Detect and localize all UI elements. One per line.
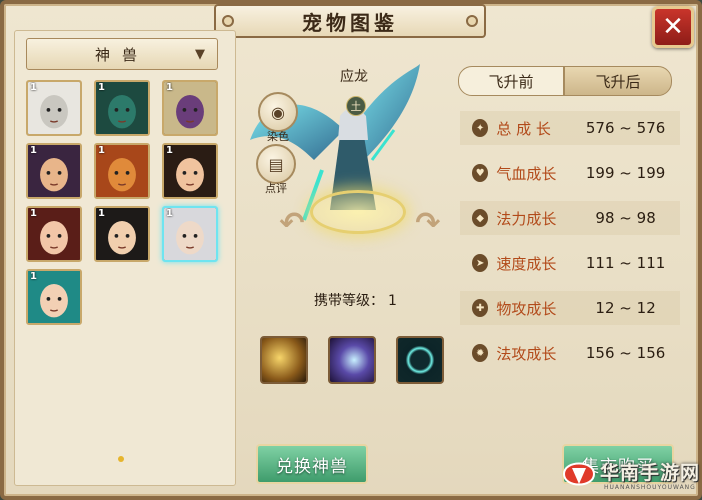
skill-slot-2[interactable]	[328, 336, 376, 384]
exchange-label: 兑换神兽	[276, 456, 348, 477]
stat-name: 物攻成长	[496, 299, 557, 318]
rotate-right-button[interactable]: ↷	[412, 205, 444, 241]
category-dropdown[interactable]: 神兽 ▼	[26, 38, 218, 70]
pet-slot[interactable]: 1	[162, 80, 218, 136]
banner-ornament-icon	[222, 15, 234, 27]
stat-name: 法攻成长	[496, 344, 557, 363]
pet-level: 1	[166, 145, 173, 156]
stat-row: ✦ 总 成 长 576 ~ 576	[460, 111, 680, 145]
stat-range: 576 ~ 576	[585, 119, 666, 137]
stat-row: ✚ 物攻成长 12 ~ 12	[460, 291, 680, 325]
stat-name: 总 成 长	[496, 119, 551, 138]
tab-before-label: 飞升前	[488, 72, 534, 91]
stat-icon: ✚	[472, 299, 489, 317]
pet-slot[interactable]: 1	[26, 269, 82, 325]
pet-level: 1	[30, 82, 37, 93]
review-button[interactable]: ▤ 点评	[256, 144, 296, 195]
stat-row: ◆ 法力成长 98 ~ 98	[460, 201, 680, 235]
watermark-logo-icon	[562, 462, 596, 486]
category-label: 神兽	[94, 45, 149, 64]
comment-icon: ▤	[268, 154, 284, 174]
carry-level-value: 1	[388, 293, 397, 309]
stat-row: ✹ 法攻成长 156 ~ 156	[460, 336, 680, 370]
stat-icon: ◆	[472, 209, 489, 227]
pet-level: 1	[30, 145, 37, 156]
skill-slot-1[interactable]	[260, 336, 308, 384]
tab-after-label: 飞升后	[595, 72, 641, 91]
pet-level: 1	[30, 208, 37, 219]
pet-slot[interactable]: 1	[26, 80, 82, 136]
pet-slot[interactable]: 1	[94, 80, 150, 136]
dye-button[interactable]: ◉ 染色	[258, 92, 298, 143]
carry-level-label: 携带等级：	[314, 293, 384, 309]
title-banner: 宠物图鉴	[214, 4, 486, 38]
pet-level: 1	[166, 82, 173, 93]
dye-label: 染色	[267, 130, 289, 143]
stat-range: 12 ~ 12	[595, 299, 656, 317]
eye-icon: ◉	[271, 102, 285, 122]
stat-name: 速度成长	[496, 254, 557, 273]
stat-icon: ✹	[472, 344, 489, 362]
pet-pedestal	[310, 190, 406, 234]
stat-icon: ➤	[472, 254, 489, 272]
banner-ornament-icon	[466, 15, 478, 27]
pet-level: 1	[98, 145, 105, 156]
pet-slot[interactable]: 1	[162, 206, 218, 262]
pet-slot[interactable]: 1	[94, 143, 150, 199]
chevron-down-icon: ▼	[195, 47, 205, 62]
window-title: 宠物图鉴	[302, 10, 398, 35]
close-icon: ✕	[662, 12, 684, 42]
tab-before-ascension[interactable]: 飞升前	[458, 66, 564, 96]
skill-slot-3[interactable]	[396, 336, 444, 384]
watermark-subtext: HUANANSHOUYOUWANG	[604, 484, 696, 491]
watermark-text: 华南手游网	[600, 462, 701, 484]
stat-range: 156 ~ 156	[585, 344, 666, 362]
review-label: 点评	[265, 182, 287, 195]
stat-range: 98 ~ 98	[595, 209, 656, 227]
stat-row: ➤ 速度成长 111 ~ 111	[460, 246, 680, 280]
stat-icon: ✦	[472, 119, 489, 137]
close-button[interactable]: ✕	[652, 6, 694, 48]
stat-icon: ♥	[472, 164, 489, 182]
pet-slot[interactable]: 1	[26, 143, 82, 199]
tab-after-ascension[interactable]: 飞升后	[564, 66, 672, 96]
exchange-button[interactable]: 兑换神兽	[256, 444, 368, 484]
stat-range: 111 ~ 111	[585, 254, 666, 272]
stat-row: ♥ 气血成长 199 ~ 199	[460, 156, 680, 190]
rotate-left-button[interactable]: ↶	[276, 205, 308, 241]
rotate-left-icon: ↶	[279, 205, 305, 241]
page-indicator-dot	[118, 456, 124, 462]
pet-slot[interactable]: 1	[162, 143, 218, 199]
carry-level: 携带等级： 1	[310, 290, 397, 310]
stat-name: 法力成长	[496, 209, 557, 228]
pet-level: 1	[166, 208, 173, 219]
pet-slot[interactable]: 1	[94, 206, 150, 262]
stat-name: 气血成长	[496, 164, 557, 183]
pet-level: 1	[98, 82, 105, 93]
pet-level: 1	[30, 271, 37, 282]
pet-slot[interactable]: 1	[26, 206, 82, 262]
rotate-right-icon: ↷	[415, 205, 441, 241]
stat-range: 199 ~ 199	[585, 164, 666, 182]
pet-level: 1	[98, 208, 105, 219]
element-badge: 土	[346, 96, 366, 116]
